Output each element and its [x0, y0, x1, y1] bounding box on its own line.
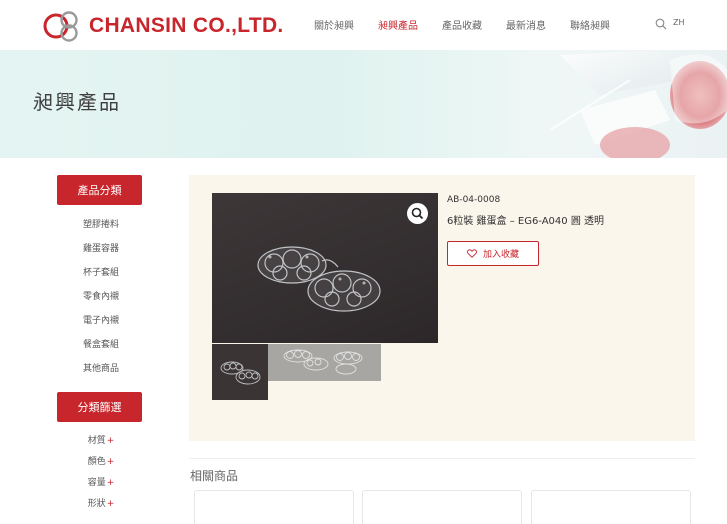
thumbnail-image	[268, 344, 381, 381]
product-thumbnail[interactable]	[212, 344, 268, 400]
filter-label: 材質	[87, 436, 106, 446]
nav-about[interactable]: 關於昶興	[314, 17, 354, 32]
page-banner: 昶興產品	[0, 50, 727, 158]
language-switch[interactable]: ZH	[673, 18, 685, 27]
site-header: CHANSIN CO.,LTD. 關於昶興 昶興產品 產品收藏 最新消息 聯絡昶…	[0, 0, 727, 50]
heart-icon	[467, 249, 477, 258]
thumbnail-image	[220, 361, 261, 385]
category-item[interactable]: 餐盒套組	[57, 333, 145, 357]
related-product-card[interactable]	[531, 490, 691, 524]
filter-list: 材質+ 顏色+ 容量+ 形狀+	[57, 431, 145, 515]
filter-material[interactable]: 材質+	[57, 431, 145, 452]
add-to-favorites-button[interactable]: 加入收藏	[447, 241, 539, 266]
nav-products[interactable]: 昶興產品	[378, 17, 418, 32]
expand-plus-icon: +	[106, 499, 115, 509]
page-title: 昶興產品	[33, 90, 121, 114]
category-item[interactable]: 塑膠捲料	[57, 213, 145, 237]
category-item[interactable]: 杯子套組	[57, 261, 145, 285]
category-header: 產品分類	[57, 175, 142, 205]
expand-plus-icon: +	[106, 457, 115, 467]
category-item[interactable]: 雞蛋容器	[57, 237, 145, 261]
main-nav: 關於昶興 昶興產品 產品收藏 最新消息 聯絡昶興	[314, 17, 634, 32]
product-sku: AB-04-0008	[447, 195, 501, 205]
filter-label: 形狀	[87, 499, 106, 509]
expand-plus-icon: +	[106, 478, 115, 488]
expand-plus-icon: +	[106, 436, 115, 446]
nav-contact[interactable]: 聯絡昶興	[570, 17, 610, 32]
banner-background-image	[540, 50, 727, 158]
product-name: 6粒裝 雞蛋盒 – EG6-A040 圓 透明	[447, 216, 605, 227]
search-icon[interactable]	[655, 18, 667, 30]
related-products-title: 相關商品	[190, 469, 239, 483]
category-list: 塑膠捲料 雞蛋容器 杯子套組 零食內襯 電子內襯 餐盒套組 其他商品	[57, 213, 145, 381]
logo-icon	[43, 11, 78, 42]
related-product-card[interactable]	[194, 490, 354, 524]
filter-header: 分類篩選	[57, 392, 142, 422]
filter-color[interactable]: 顏色+	[57, 452, 145, 473]
product-thumbnail[interactable]	[268, 344, 381, 381]
related-product-card[interactable]	[362, 490, 522, 524]
filter-capacity[interactable]: 容量+	[57, 473, 145, 494]
filter-label: 顏色	[87, 457, 106, 467]
brand-name: CHANSIN CO.,LTD.	[89, 14, 284, 37]
logo[interactable]: CHANSIN CO.,LTD.	[43, 10, 284, 42]
section-divider	[189, 458, 695, 459]
category-item[interactable]: 其他商品	[57, 357, 145, 381]
nav-favorites[interactable]: 產品收藏	[442, 17, 482, 32]
magnifier-icon[interactable]	[407, 203, 428, 224]
egg-tray-image	[257, 246, 381, 312]
filter-label: 容量	[87, 478, 106, 488]
category-item[interactable]: 零食內襯	[57, 285, 145, 309]
nav-news[interactable]: 最新消息	[506, 17, 546, 32]
filter-shape[interactable]: 形狀+	[57, 494, 145, 515]
category-item[interactable]: 電子內襯	[57, 309, 145, 333]
favorite-button-label: 加入收藏	[482, 250, 519, 260]
product-main-image[interactable]	[212, 193, 438, 343]
